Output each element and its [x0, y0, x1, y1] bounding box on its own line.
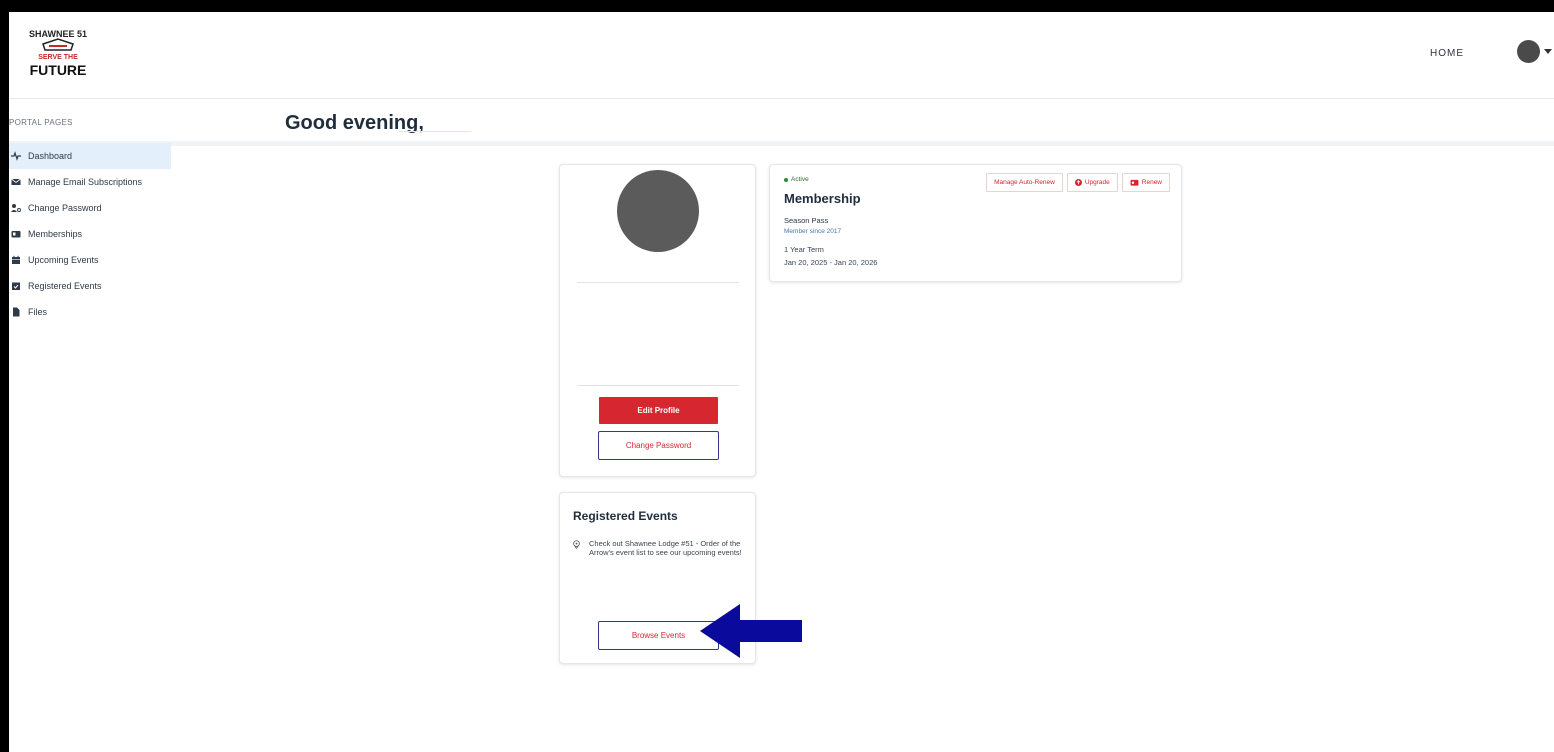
- calendar-icon: [12, 255, 20, 264]
- user-menu[interactable]: [1517, 40, 1552, 63]
- svg-text:SHAWNEE 51: SHAWNEE 51: [29, 29, 87, 39]
- svg-text:SERVE THE: SERVE THE: [38, 54, 78, 61]
- status-badge: Active: [784, 176, 809, 183]
- portal-sidebar: PORTAL PAGES Dashboard Manage Email Subs…: [9, 118, 171, 325]
- status-dot-icon: [784, 177, 788, 182]
- caret-down-icon[interactable]: [1544, 49, 1552, 54]
- user-key-icon: [11, 204, 21, 212]
- membership-title: Membership: [784, 191, 861, 206]
- sidebar-item-memberships[interactable]: Memberships: [9, 221, 171, 247]
- svg-text:FUTURE: FUTURE: [30, 62, 87, 78]
- membership-card: Active Membership Season Pass Member sin…: [769, 164, 1182, 282]
- profile-card: Edit Profile Change Password: [559, 164, 756, 477]
- sidebar-heading: PORTAL PAGES: [9, 118, 73, 127]
- nav-home-link[interactable]: HOME: [1430, 48, 1464, 59]
- id-card-icon: [11, 231, 21, 238]
- pointer-arrow-icon: [700, 604, 802, 658]
- profile-divider: [577, 282, 739, 283]
- sidebar-item-label: Files: [28, 307, 48, 317]
- membership-plan: Season Pass: [784, 216, 829, 225]
- greeting-bar: Good evening,: [9, 100, 1554, 146]
- profile-photo: [617, 170, 699, 252]
- sidebar-item-label: Upcoming Events: [28, 255, 99, 265]
- sidebar-item-upcoming-events[interactable]: Upcoming Events: [9, 247, 171, 273]
- registered-events-message-row: Check out Shawnee Lodge #51 - Order of t…: [572, 539, 747, 557]
- sidebar-item-label: Change Password: [28, 203, 102, 213]
- change-password-button[interactable]: Change Password: [598, 431, 719, 460]
- lodge-logo[interactable]: SHAWNEE 51 SERVE THE FUTURE: [27, 24, 89, 80]
- registered-events-title: Registered Events: [573, 509, 678, 523]
- file-icon: [13, 307, 20, 317]
- renew-label: Renew: [1141, 179, 1162, 186]
- sidebar-item-registered-events[interactable]: Registered Events: [9, 273, 171, 299]
- renew-card-icon: [1130, 179, 1139, 186]
- sidebar-item-label: Memberships: [28, 229, 83, 239]
- sidebar-item-change-password[interactable]: Change Password: [9, 195, 171, 221]
- status-label: Active: [791, 176, 809, 183]
- sidebar-item-files[interactable]: Files: [9, 299, 171, 325]
- greeting-name-placeholder: [399, 131, 471, 132]
- sidebar-item-label: Dashboard: [28, 151, 73, 161]
- profile-divider: [577, 385, 739, 386]
- sidebar-item-label: Manage Email Subscriptions: [28, 177, 143, 187]
- avatar[interactable]: [1517, 40, 1540, 63]
- membership-dates: Jan 20, 2025 - Jan 20, 2026: [784, 258, 878, 267]
- edit-profile-button[interactable]: Edit Profile: [599, 397, 718, 424]
- sidebar-item-label: Registered Events: [28, 281, 102, 291]
- registered-events-message: Check out Shawnee Lodge #51 - Order of t…: [589, 539, 742, 557]
- calendar-check-icon: [12, 282, 20, 290]
- envelope-icon: [11, 178, 21, 185]
- membership-since: Member since 2017: [784, 228, 842, 235]
- sidebar-item-email-subscriptions[interactable]: Manage Email Subscriptions: [9, 169, 171, 195]
- membership-term: 1 Year Term: [784, 245, 824, 254]
- arrow-up-circle-icon: [1074, 179, 1082, 186]
- sidebar-item-dashboard[interactable]: Dashboard: [9, 143, 171, 169]
- renew-button[interactable]: Renew: [1121, 173, 1170, 192]
- upgrade-label: Upgrade: [1084, 179, 1110, 186]
- pulse-icon: [11, 151, 21, 161]
- membership-actions: Manage Auto-Renew Upgrade Renew: [986, 173, 1170, 192]
- manage-auto-renew-label: Manage Auto-Renew: [994, 179, 1055, 186]
- top-navigation-bar: SHAWNEE 51 SERVE THE FUTURE HOME: [9, 12, 1554, 99]
- map-pin-icon: [573, 540, 580, 549]
- manage-auto-renew-button[interactable]: Manage Auto-Renew: [986, 173, 1063, 192]
- upgrade-button[interactable]: Upgrade: [1066, 173, 1118, 192]
